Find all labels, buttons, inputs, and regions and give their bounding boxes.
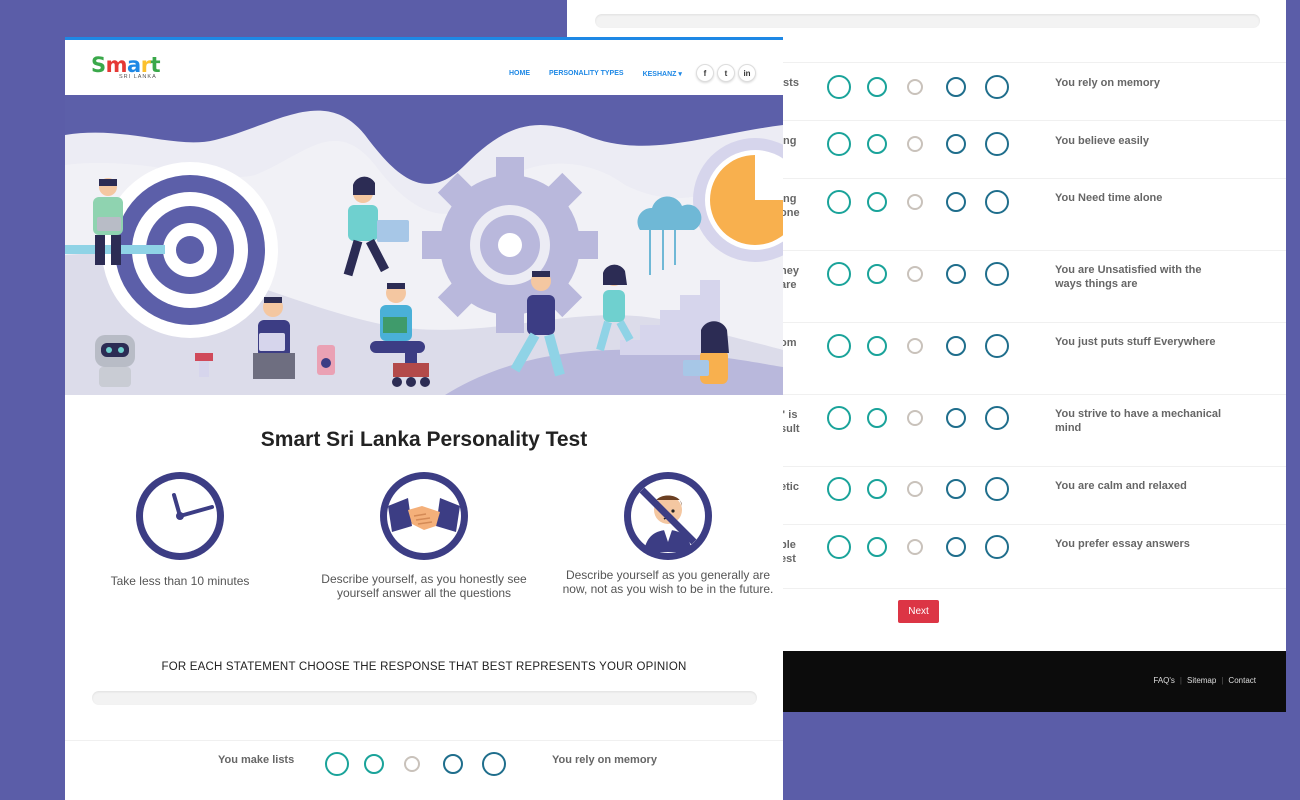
- answer-radio-2[interactable]: [867, 264, 887, 284]
- footer-links: FAQ's | Sitemap | Contact: [1153, 676, 1256, 685]
- question-left-text: " is sult: [780, 409, 800, 435]
- answer-radio-5[interactable]: [985, 406, 1009, 430]
- feature-caption: Describe yourself as you generally are n…: [562, 568, 774, 596]
- progress-bar: [595, 14, 1260, 28]
- logo-subtitle: SRI LANKA: [119, 74, 157, 80]
- menu-item-user[interactable]: KESHANZ ▾: [643, 70, 682, 78]
- clock-icon: [136, 472, 224, 560]
- page-title: Smart Sri Lanka Personality Test: [260, 428, 588, 451]
- menu-item-home[interactable]: HOME: [509, 70, 530, 78]
- feature-no-wishing: Describe yourself as you generally are n…: [553, 470, 783, 596]
- answer-radio-3[interactable]: [907, 194, 923, 210]
- answer-radio-5[interactable]: [985, 75, 1009, 99]
- question-left-text: ists: [780, 77, 799, 89]
- answer-radio-4[interactable]: [946, 336, 966, 356]
- feature-honest: Describe yourself, as you honestly see y…: [309, 470, 539, 600]
- answer-radio-5[interactable]: [985, 535, 1009, 559]
- handshake-icon: [380, 472, 468, 560]
- answer-radio-3[interactable]: [907, 136, 923, 152]
- answer-radio-1[interactable]: [325, 752, 349, 776]
- main-menu: HOME PERSONALITY TYPES KESHANZ ▾: [509, 70, 682, 78]
- next-button[interactable]: Next: [898, 600, 939, 623]
- question-left-text: ing: [780, 135, 797, 147]
- answer-radio-3[interactable]: [404, 756, 420, 772]
- answer-radio-4[interactable]: [946, 408, 966, 428]
- instruction-text: FOR EACH STATEMENT CHOOSE THE RESPONSE T…: [161, 661, 687, 673]
- facebook-icon[interactable]: f: [696, 64, 714, 82]
- site-logo[interactable]: Smart SRI LANKA: [91, 53, 161, 80]
- feature-caption: Describe yourself, as you honestly see y…: [321, 572, 527, 600]
- answer-radio-4[interactable]: [946, 479, 966, 499]
- hero-illustration: [65, 95, 783, 395]
- answer-radio-1[interactable]: [827, 75, 851, 99]
- question-right-text: You are Unsatisfied with the ways things…: [1055, 264, 1202, 290]
- twitter-icon[interactable]: t: [717, 64, 735, 82]
- question-right-text: You just puts stuff Everywhere: [1055, 336, 1216, 348]
- answer-radio-4[interactable]: [443, 754, 463, 774]
- answer-radio-3[interactable]: [907, 481, 923, 497]
- footer-link-sitemap[interactable]: Sitemap: [1187, 676, 1216, 685]
- answer-radio-4[interactable]: [946, 264, 966, 284]
- footer-link-faq[interactable]: FAQ's: [1153, 676, 1175, 685]
- answer-radio-5[interactable]: [985, 132, 1009, 156]
- answer-radio-2[interactable]: [867, 192, 887, 212]
- answer-radio-1[interactable]: [827, 334, 851, 358]
- no-wishing-icon: [624, 472, 712, 560]
- answer-radio-1[interactable]: [827, 190, 851, 214]
- answer-radio-4[interactable]: [946, 537, 966, 557]
- question-left-text: ple est: [780, 539, 796, 565]
- question-right-text: You prefer essay answers: [1055, 538, 1190, 550]
- answer-radio-3[interactable]: [907, 539, 923, 555]
- hero-illustration-art: [65, 95, 783, 395]
- answer-radio-5[interactable]: [985, 477, 1009, 501]
- menu-item-personality-types[interactable]: PERSONALITY TYPES: [549, 70, 624, 78]
- linkedin-icon[interactable]: in: [738, 64, 756, 82]
- answer-radio-4[interactable]: [946, 77, 966, 97]
- question-right-text: You are calm and relaxed: [1055, 480, 1187, 492]
- answer-radio-1[interactable]: [827, 477, 851, 501]
- question-left-text: ing one: [780, 193, 800, 219]
- question-row: You make lists You rely on memory: [65, 740, 783, 800]
- feature-caption: Take less than 10 minutes: [110, 574, 250, 588]
- feature-time: Take less than 10 minutes: [65, 470, 295, 588]
- question-right-text: You believe easily: [1055, 135, 1149, 147]
- answer-radio-2[interactable]: [867, 77, 887, 97]
- answer-radio-4[interactable]: [946, 192, 966, 212]
- answer-radio-2[interactable]: [364, 754, 384, 774]
- answer-radio-3[interactable]: [907, 79, 923, 95]
- question-right-text: You Need time alone: [1055, 192, 1163, 204]
- question-left-text: om: [780, 337, 797, 349]
- answer-radio-3[interactable]: [907, 338, 923, 354]
- answer-radio-1[interactable]: [827, 132, 851, 156]
- navbar: Smart SRI LANKA HOME PERSONALITY TYPES K…: [65, 40, 783, 95]
- answer-radio-2[interactable]: [867, 408, 887, 428]
- answer-radio-5[interactable]: [985, 334, 1009, 358]
- answer-radio-1[interactable]: [827, 406, 851, 430]
- answer-radio-2[interactable]: [867, 479, 887, 499]
- answer-radio-5[interactable]: [985, 190, 1009, 214]
- logo-wordmark: Smart: [91, 53, 161, 77]
- front-window: Smart SRI LANKA HOME PERSONALITY TYPES K…: [65, 37, 783, 800]
- answer-radio-3[interactable]: [907, 266, 923, 282]
- answer-radio-2[interactable]: [867, 537, 887, 557]
- answer-radio-1[interactable]: [827, 262, 851, 286]
- question-left-text: ney are: [780, 265, 799, 291]
- question-right-text: You strive to have a mechanical mind: [1055, 408, 1222, 434]
- question-left-text: etic: [780, 481, 799, 493]
- progress-bar: [92, 691, 757, 705]
- answer-radio-5[interactable]: [482, 752, 506, 776]
- social-links: f t in: [696, 64, 756, 82]
- answer-radio-3[interactable]: [907, 410, 923, 426]
- question-right-text: You rely on memory: [1055, 77, 1160, 89]
- footer-link-contact[interactable]: Contact: [1228, 676, 1256, 685]
- answer-radio-2[interactable]: [867, 336, 887, 356]
- question-right-text: You rely on memory: [552, 754, 657, 766]
- answer-radio-5[interactable]: [985, 262, 1009, 286]
- answer-radio-2[interactable]: [867, 134, 887, 154]
- answer-radio-4[interactable]: [946, 134, 966, 154]
- answer-radio-1[interactable]: [827, 535, 851, 559]
- question-left-text: You make lists: [218, 754, 295, 766]
